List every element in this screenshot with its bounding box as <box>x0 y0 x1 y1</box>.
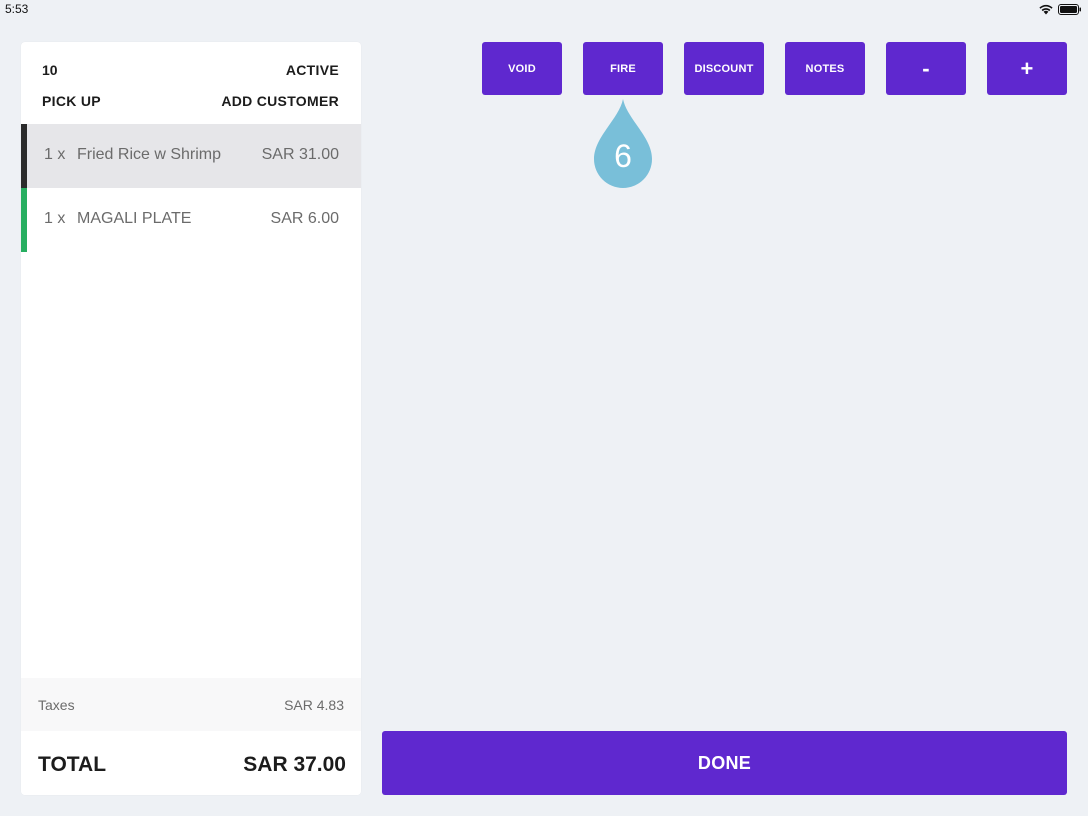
taxes-row: Taxes SAR 4.83 <box>21 678 361 731</box>
order-number: 10 <box>42 62 58 78</box>
notes-button[interactable]: NOTES <box>785 42 865 95</box>
increase-quantity-button[interactable]: + <box>987 42 1067 95</box>
order-type[interactable]: PICK UP <box>42 93 101 109</box>
item-quantity: 1 x <box>44 146 66 163</box>
item-name: MAGALI PLATE <box>77 210 192 227</box>
status-bar: 5:53 <box>0 0 1088 20</box>
done-button[interactable]: DONE <box>382 731 1067 795</box>
order-items-list: 1 x Fried Rice w Shrimp SAR 31.00 1 x MA… <box>21 124 361 252</box>
taxes-label: Taxes <box>38 697 75 713</box>
order-item[interactable]: 1 x MAGALI PLATE SAR 6.00 <box>21 188 361 252</box>
item-status-bar <box>21 188 27 252</box>
item-quantity: 1 x <box>44 210 66 227</box>
order-status: ACTIVE <box>285 62 339 78</box>
item-name: Fried Rice w Shrimp <box>77 146 222 163</box>
add-customer-button[interactable]: ADD CUSTOMER <box>221 93 339 109</box>
order-item[interactable]: 1 x Fried Rice w Shrimp SAR 31.00 <box>21 124 361 188</box>
void-button[interactable]: VOID <box>482 42 562 95</box>
item-price: SAR 31.00 <box>261 146 339 163</box>
taxes-value: SAR 4.83 <box>284 697 344 713</box>
step-number: 6 <box>614 138 632 174</box>
decrease-quantity-button[interactable]: - <box>886 42 966 95</box>
battery-icon <box>1058 4 1081 15</box>
wifi-icon <box>1039 4 1053 15</box>
total-value: SAR 37.00 <box>243 753 346 776</box>
item-price: SAR 6.00 <box>270 210 339 227</box>
total-row: TOTAL SAR 37.00 <box>21 731 361 795</box>
order-header: 10 ACTIVE PICK UP ADD CUSTOMER <box>21 42 361 124</box>
status-time: 5:53 <box>5 2 29 16</box>
order-panel: 10 ACTIVE PICK UP ADD CUSTOMER 1 x Fried… <box>21 42 361 795</box>
discount-button[interactable]: DISCOUNT <box>684 42 764 95</box>
item-status-bar <box>21 124 27 188</box>
total-label: TOTAL <box>38 753 107 776</box>
fire-button[interactable]: FIRE <box>583 42 663 95</box>
